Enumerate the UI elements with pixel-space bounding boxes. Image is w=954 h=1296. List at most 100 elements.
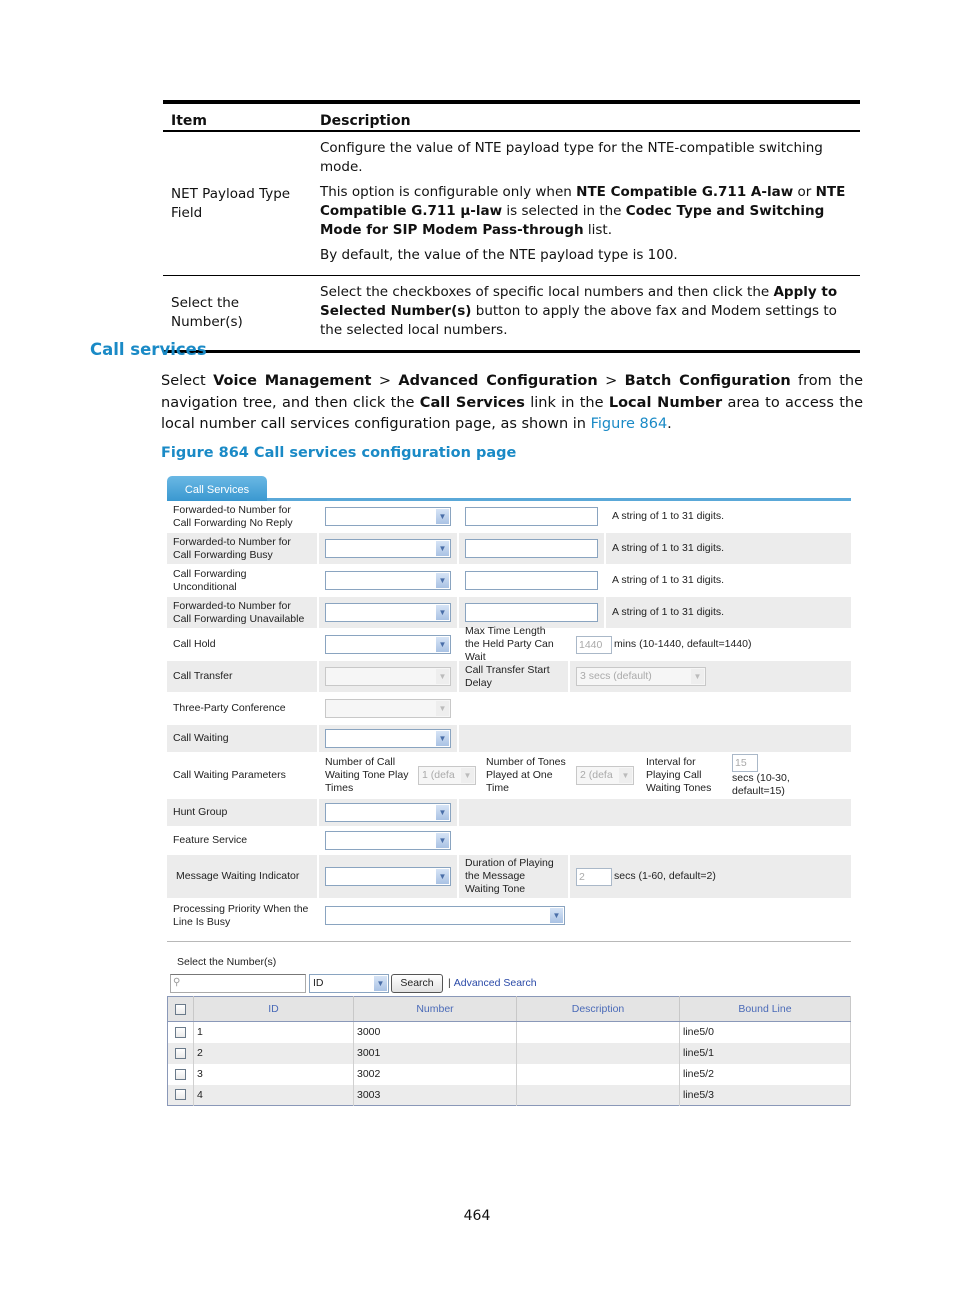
chevron-down-icon: ▼ bbox=[436, 637, 449, 652]
mwi-duration-input[interactable]: 2 bbox=[576, 867, 612, 886]
call-transfer-select[interactable]: ▼ bbox=[325, 667, 451, 686]
transfer-delay-select[interactable]: 3 secs (default) ▼ bbox=[576, 667, 706, 686]
row-call-waiting: Call Waiting ▼ bbox=[167, 725, 851, 753]
search-input[interactable]: ⚲ bbox=[170, 973, 306, 993]
label: Forwarded-to Number for Call Forwarding … bbox=[167, 597, 317, 628]
table-row: Select the Number(s) Select the checkbox… bbox=[163, 276, 860, 352]
description-paragraph: Select the checkboxes of specific local … bbox=[320, 284, 838, 338]
cell-number: 3000 bbox=[353, 1021, 517, 1043]
cfnr-number-input[interactable] bbox=[465, 507, 598, 526]
row-checkbox[interactable] bbox=[175, 1068, 186, 1080]
section-title: Call services bbox=[90, 340, 207, 359]
page-number: 464 bbox=[463, 1208, 491, 1224]
chevron-down-icon: ▼ bbox=[436, 731, 449, 746]
chevron-down-icon: ▼ bbox=[436, 509, 449, 524]
header-item: Item bbox=[163, 102, 312, 132]
cell-id: 3 bbox=[193, 1063, 354, 1085]
cell-bound-line: line5/2 bbox=[679, 1063, 851, 1085]
row-checkbox[interactable] bbox=[175, 1089, 186, 1101]
interval-input[interactable]: 15 bbox=[732, 753, 758, 772]
hint: secs (1-60, default=2) bbox=[614, 870, 716, 882]
hunt-group-select[interactable]: ▼ bbox=[325, 803, 451, 822]
document-page: Item Description NET Payload Type Field … bbox=[0, 0, 954, 1296]
chevron-down-icon: ▼ bbox=[436, 605, 449, 620]
row-priority: Processing Priority When the Line Is Bus… bbox=[167, 899, 851, 933]
row-cfnr: Forwarded-to Number for Call Forwarding … bbox=[167, 501, 851, 533]
table-row: NET Payload Type Field Configure the val… bbox=[163, 131, 860, 276]
description-cell: Configure the value of NTE payload type … bbox=[312, 131, 860, 276]
separator: | bbox=[448, 977, 451, 989]
chevron-down-icon: ▼ bbox=[436, 573, 449, 588]
numbers-grid: ID Number Description Bound Line 1 3000 li… bbox=[167, 996, 851, 1106]
label: Forwarded-to Number for Call Forwarding … bbox=[167, 533, 317, 564]
cfb-select[interactable]: ▼ bbox=[325, 539, 451, 558]
row-feature-service: Feature Service ▼ bbox=[167, 827, 851, 855]
mwi-select[interactable]: ▼ bbox=[325, 867, 451, 886]
chevron-down-icon: ▼ bbox=[550, 908, 563, 923]
row-call-hold: Call Hold ▼ Max Time Length the Held Par… bbox=[167, 625, 851, 663]
hold-max-input[interactable]: 1440 bbox=[576, 635, 612, 654]
table-row[interactable]: 2 3001 line5/1 bbox=[167, 1042, 851, 1064]
label: Call Waiting bbox=[167, 725, 317, 752]
chevron-down-icon: ▼ bbox=[436, 701, 449, 716]
cell-description bbox=[516, 1042, 680, 1064]
call-hold-select[interactable]: ▼ bbox=[325, 635, 451, 654]
cfb-number-input[interactable] bbox=[465, 539, 598, 558]
hint: A string of 1 to 31 digits. bbox=[606, 597, 851, 628]
row-mwi: Message Waiting Indicator ▼ Duration of … bbox=[167, 855, 851, 899]
tab-call-services[interactable]: Call Services bbox=[167, 476, 267, 501]
chevron-down-icon: ▼ bbox=[436, 833, 449, 848]
call-waiting-select[interactable]: ▼ bbox=[325, 729, 451, 748]
row-checkbox[interactable] bbox=[175, 1026, 186, 1038]
description-paragraph: Configure the value of NTE payload type … bbox=[320, 140, 823, 175]
description-paragraph: By default, the value of the NTE payload… bbox=[320, 247, 678, 263]
table-row[interactable]: 1 3000 line5/0 bbox=[167, 1021, 851, 1043]
cell-bound-line: line5/0 bbox=[679, 1021, 851, 1043]
cfua-select[interactable]: ▼ bbox=[325, 603, 451, 622]
col-id[interactable]: ID bbox=[193, 996, 354, 1022]
label: Call Hold bbox=[173, 638, 216, 650]
col-description[interactable]: Description bbox=[516, 996, 680, 1022]
table-row[interactable]: 4 3003 line5/3 bbox=[167, 1084, 851, 1106]
feature-service-select[interactable]: ▼ bbox=[325, 831, 451, 850]
hint: A string of 1 to 31 digits. bbox=[606, 533, 851, 564]
tones-one-time-select[interactable]: 2 (defa ▼ bbox=[576, 766, 634, 785]
cell-id: 2 bbox=[193, 1042, 354, 1064]
tone-play-select[interactable]: 1 (defa ▼ bbox=[418, 766, 476, 785]
cell-description bbox=[516, 1063, 680, 1085]
label: Max Time Length the Held Party Can Wait bbox=[465, 625, 554, 663]
cfnr-select[interactable]: ▼ bbox=[325, 507, 451, 526]
col-bound-line[interactable]: Bound Line bbox=[679, 996, 851, 1022]
label: Call Forwarding Unconditional bbox=[173, 567, 247, 593]
priority-select[interactable]: ▼ bbox=[325, 906, 565, 925]
select-all-checkbox[interactable] bbox=[175, 1003, 186, 1015]
search-button[interactable]: Search bbox=[391, 973, 443, 993]
col-number[interactable]: Number bbox=[353, 996, 517, 1022]
hint: A string of 1 to 31 digits. bbox=[612, 510, 725, 522]
cell-description bbox=[516, 1021, 680, 1043]
label: Number of Call Waiting Tone Play Times bbox=[325, 756, 409, 794]
cfua-number-input[interactable] bbox=[465, 603, 598, 622]
cfu-select[interactable]: ▼ bbox=[325, 571, 451, 590]
chevron-down-icon: ▼ bbox=[436, 669, 449, 684]
hint: mins (10-1440, default=1440) bbox=[614, 638, 752, 650]
chevron-down-icon: ▼ bbox=[619, 768, 632, 783]
search-field-select[interactable]: ID ▼ bbox=[309, 973, 389, 993]
chevron-down-icon: ▼ bbox=[436, 869, 449, 884]
three-party-select[interactable]: ▼ bbox=[325, 699, 451, 718]
row-hunt-group: Hunt Group ▼ bbox=[167, 799, 851, 827]
figure-link[interactable]: Figure 864 bbox=[591, 416, 668, 432]
header-description: Description bbox=[312, 102, 860, 132]
label: Processing Priority When the Line Is Bus… bbox=[173, 902, 309, 928]
chevron-down-icon: ▼ bbox=[436, 541, 449, 556]
call-services-screenshot: Call Services Forwarded-to Number for Ca… bbox=[167, 476, 851, 1106]
advanced-search-link[interactable]: Advanced Search bbox=[454, 977, 537, 989]
chevron-down-icon: ▼ bbox=[461, 768, 474, 783]
label: Forwarded-to Number for Call Forwarding … bbox=[173, 503, 293, 529]
cfu-number-input[interactable] bbox=[465, 571, 598, 590]
row-call-waiting-params: Call Waiting Parameters Number of Call W… bbox=[167, 753, 851, 799]
row-checkbox[interactable] bbox=[175, 1047, 186, 1059]
row-call-transfer: Call Transfer ▼ Call Transfer Start Dela… bbox=[167, 661, 851, 693]
chevron-down-icon: ▼ bbox=[436, 805, 449, 820]
table-row[interactable]: 3 3002 line5/2 bbox=[167, 1063, 851, 1085]
